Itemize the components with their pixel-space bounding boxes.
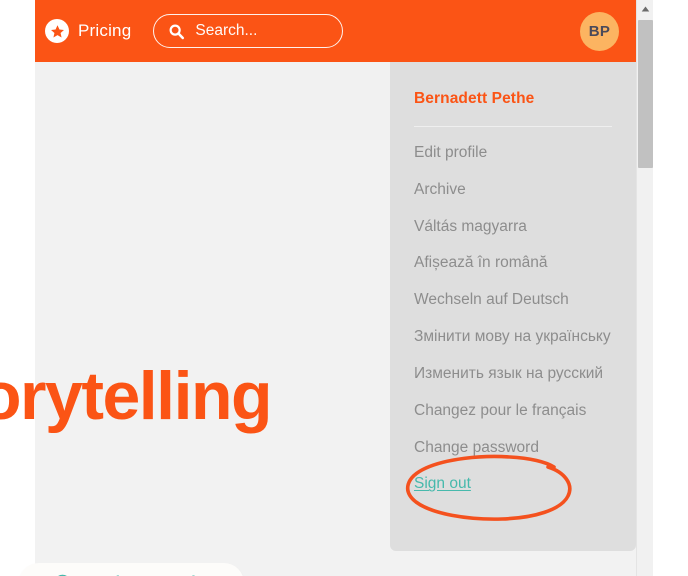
scrollbar-thumb[interactable] [638, 20, 653, 168]
menu-item-switch-french[interactable]: Changez pour le français [390, 401, 636, 421]
search-placeholder: Search... [195, 22, 258, 39]
vertical-scrollbar[interactable] [636, 0, 654, 576]
menu-item-archive[interactable]: Archive [390, 180, 636, 200]
scroll-up-arrow-icon[interactable] [637, 0, 654, 18]
user-dropdown-menu: Bernadett Pethe Edit profile Archive Vál… [390, 62, 636, 551]
right-gutter [653, 0, 688, 576]
dropdown-item-list: Edit profile Archive Váltás magyarra Afi… [390, 143, 636, 494]
star-icon [45, 19, 69, 43]
menu-item-switch-ukrainian[interactable]: Змінити мову на українську [390, 327, 636, 347]
page-title: Storytelling [0, 358, 273, 434]
menu-item-switch-russian[interactable]: Изменить язык на русский [390, 364, 636, 384]
screenshot-root: Storytelling Catalogue settings [0, 0, 688, 576]
menu-item-switch-german[interactable]: Wechseln auf Deutsch [390, 290, 636, 310]
menu-item-switch-romanian[interactable]: Afișează în română [390, 253, 636, 273]
dropdown-divider [414, 126, 612, 127]
menu-item-change-password[interactable]: Change password [390, 438, 636, 458]
search-input[interactable]: Search... [153, 14, 344, 48]
menu-item-edit-profile[interactable]: Edit profile [390, 143, 636, 163]
avatar[interactable]: BP [580, 12, 619, 51]
search-icon [168, 23, 185, 40]
top-navbar: Pricing Search... BP [35, 0, 636, 62]
nav-item-pricing[interactable]: Pricing [45, 19, 131, 43]
menu-item-switch-hungarian[interactable]: Váltás magyarra [390, 217, 636, 237]
catalogue-settings-button[interactable]: Catalogue settings [19, 563, 245, 576]
dropdown-username: Bernadett Pethe [414, 90, 535, 107]
menu-item-sign-out[interactable]: Sign out [390, 474, 636, 494]
nav-pricing-label: Pricing [78, 21, 132, 40]
left-gutter [0, 0, 35, 576]
